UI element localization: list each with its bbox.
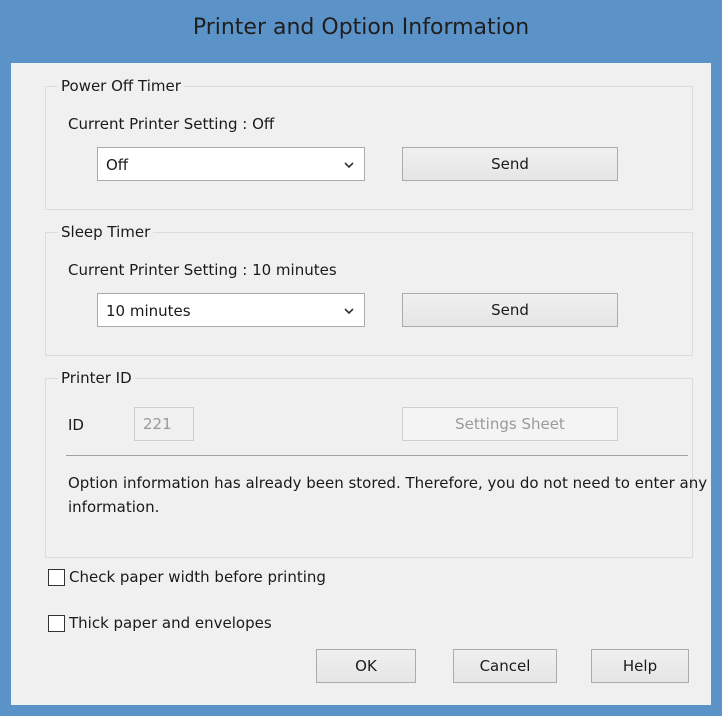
chevron-down-icon xyxy=(344,162,354,169)
power-off-timer-group: Power Off Timer Current Printer Setting … xyxy=(45,77,693,210)
id-label: ID xyxy=(68,416,84,434)
sleep-current-setting: Current Printer Setting : 10 minutes xyxy=(68,261,337,279)
printer-id-message: Option information has already been stor… xyxy=(68,474,708,516)
power-off-timer-legend: Power Off Timer xyxy=(58,77,184,95)
power-off-timer-select[interactable]: Off xyxy=(97,147,365,181)
ok-button[interactable]: OK xyxy=(316,649,416,683)
help-button[interactable]: Help xyxy=(591,649,689,683)
check-paper-width-checkbox[interactable] xyxy=(48,569,65,586)
power-off-send-button[interactable]: Send xyxy=(402,147,618,181)
thick-paper-checkbox[interactable] xyxy=(48,615,65,632)
sleep-send-button[interactable]: Send xyxy=(402,293,618,327)
dialog-body: Power Off Timer Current Printer Setting … xyxy=(11,63,711,705)
settings-sheet-button: Settings Sheet xyxy=(402,407,618,441)
printer-id-separator xyxy=(66,455,688,456)
printer-id-legend: Printer ID xyxy=(58,369,135,387)
chevron-down-icon xyxy=(344,308,354,315)
printer-id-group: Printer ID ID 221 Settings Sheet Option … xyxy=(45,369,707,558)
check-paper-width-label[interactable]: Check paper width before printing xyxy=(69,568,326,586)
cancel-button[interactable]: Cancel xyxy=(453,649,557,683)
title-bar[interactable]: Printer and Option Information xyxy=(1,1,721,63)
printer-id-field: 221 xyxy=(134,407,194,441)
sleep-timer-legend: Sleep Timer xyxy=(58,223,154,241)
thick-paper-label[interactable]: Thick paper and envelopes xyxy=(69,614,272,632)
sleep-selected-value: 10 minutes xyxy=(106,302,191,320)
power-off-selected-value: Off xyxy=(106,156,129,174)
sleep-timer-group: Sleep Timer Current Printer Setting : 10… xyxy=(45,223,693,356)
sleep-timer-select[interactable]: 10 minutes xyxy=(97,293,365,327)
power-off-current-setting: Current Printer Setting : Off xyxy=(68,115,275,133)
window-title: Printer and Option Information xyxy=(192,15,530,40)
dialog-window: Printer and Option Information Power Off… xyxy=(0,0,722,716)
